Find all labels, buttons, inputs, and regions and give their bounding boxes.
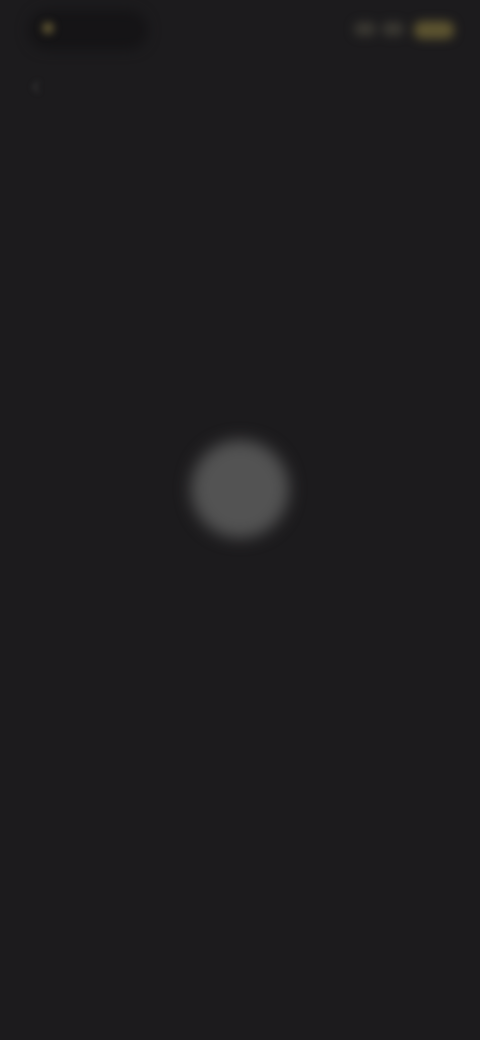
app-screen: ‹ — [0, 0, 480, 1040]
recording-indicator-icon — [42, 22, 54, 34]
status-icons — [354, 18, 454, 42]
back-button[interactable]: ‹ — [18, 66, 54, 102]
empty-state — [0, 440, 480, 580]
signal-icon — [354, 22, 376, 36]
wifi-icon — [382, 22, 404, 36]
battery-icon — [414, 21, 454, 39]
placeholder-icon — [191, 440, 289, 538]
chevron-left-icon: ‹ — [31, 70, 41, 100]
status-bar — [0, 0, 480, 56]
